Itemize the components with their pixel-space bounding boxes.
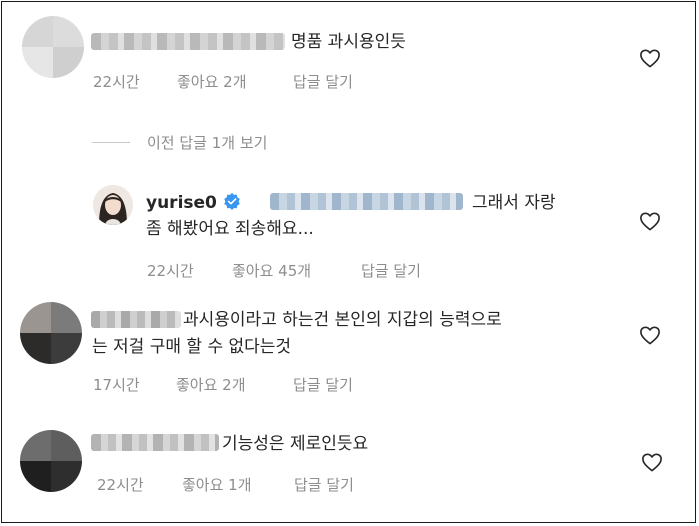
reply-button[interactable]: 답글 달기 bbox=[361, 260, 421, 281]
avatar-portrait bbox=[93, 185, 133, 225]
verified-badge-icon bbox=[224, 192, 240, 210]
comment-text-line-2: 좀 해봤어요 죄송해요... bbox=[146, 219, 314, 239]
comment-time: 17시간 bbox=[93, 376, 140, 394]
reply-button[interactable]: 답글 달기 bbox=[293, 71, 353, 92]
username-obscured[interactable] bbox=[91, 434, 219, 451]
heart-outline-icon[interactable] bbox=[641, 452, 663, 472]
avatar[interactable] bbox=[22, 16, 84, 78]
mention-obscured[interactable] bbox=[270, 193, 463, 210]
heart-outline-icon[interactable] bbox=[639, 325, 661, 345]
reply-button[interactable]: 답글 달기 bbox=[294, 474, 354, 495]
username-obscured[interactable] bbox=[91, 311, 181, 328]
comment-text: yurise0 bbox=[146, 190, 241, 216]
comment-time: 22시간 bbox=[93, 73, 140, 91]
likes-count[interactable]: 좋아요 1개 bbox=[182, 474, 252, 495]
reply-button[interactable]: 답글 달기 bbox=[293, 374, 353, 395]
avatar[interactable] bbox=[93, 185, 133, 225]
comment-text: 과시용이라고 하는건 본인의 지갑의 능력으로 bbox=[183, 310, 502, 330]
divider-line bbox=[92, 142, 130, 143]
comment-text: 기능성은 제로인듯요 bbox=[222, 434, 369, 454]
likes-count[interactable]: 좋아요 2개 bbox=[176, 374, 246, 395]
username[interactable]: yurise0 bbox=[146, 193, 217, 213]
view-previous-replies-label: 이전 답글 1개 보기 bbox=[147, 134, 268, 152]
avatar[interactable] bbox=[20, 430, 82, 492]
avatar[interactable] bbox=[20, 302, 82, 364]
likes-count[interactable]: 좋아요 45개 bbox=[232, 260, 311, 281]
heart-outline-icon[interactable] bbox=[639, 211, 661, 231]
comment-time: 22시간 bbox=[97, 476, 144, 494]
comment-text: 명품 과시용인듯 bbox=[291, 32, 406, 52]
heart-outline-icon[interactable] bbox=[639, 48, 661, 68]
comment-text-line-2: 는 저걸 구매 할 수 없다는것 bbox=[92, 337, 292, 357]
likes-count[interactable]: 좋아요 2개 bbox=[177, 71, 247, 92]
username-obscured[interactable] bbox=[91, 33, 285, 50]
comment-text: 그래서 자랑 bbox=[472, 193, 556, 213]
comment-time: 22시간 bbox=[147, 262, 194, 280]
